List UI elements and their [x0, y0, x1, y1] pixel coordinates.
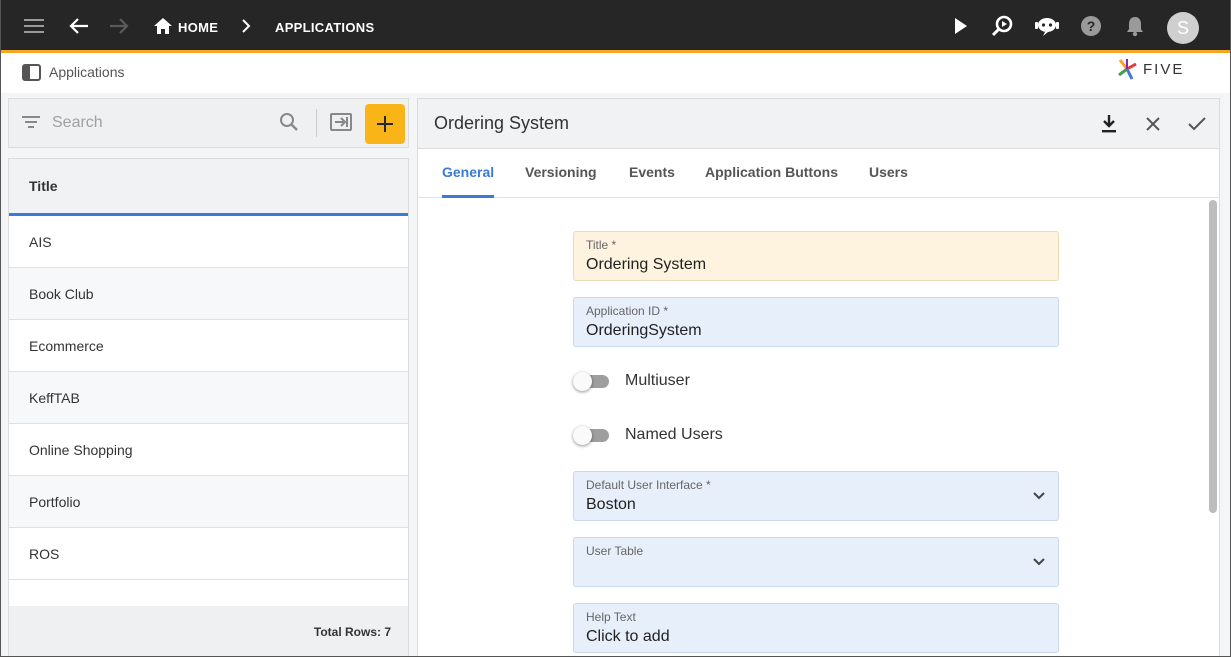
scrollbar[interactable] [1209, 200, 1217, 513]
home-link[interactable]: HOME [178, 0, 218, 53]
tab-general[interactable]: General [442, 149, 495, 198]
sidebar-toggle-icon[interactable] [22, 64, 41, 86]
search-bar [8, 98, 409, 148]
applications-link[interactable]: APPLICATIONS [275, 0, 374, 53]
logo-text: FIVE [1143, 60, 1185, 78]
avatar[interactable]: S [1167, 12, 1199, 44]
breadcrumb: Applications [49, 64, 125, 80]
user-table-select[interactable]: User Table [573, 537, 1059, 587]
default-ui-label: Default User Interface * [586, 478, 711, 492]
tab-users[interactable]: Users [869, 149, 908, 198]
download-icon[interactable] [1097, 112, 1121, 136]
top-app-bar: HOME APPLICATIONS ? S [0, 0, 1231, 53]
page-title: Ordering System [434, 113, 570, 133]
list-item[interactable]: Ecommerce [9, 320, 408, 372]
application-id-label: Application ID * [586, 304, 669, 318]
application-id-field[interactable]: Application ID * OrderingSystem [573, 297, 1059, 347]
list-item[interactable]: ROS [9, 528, 408, 580]
tab-versioning[interactable]: Versioning [525, 149, 597, 198]
applications-list: Title AIS Book Club Ecommerce KeffTAB On… [8, 158, 409, 657]
close-icon[interactable] [1141, 112, 1165, 136]
detail-header: Ordering System [418, 99, 1219, 149]
default-ui-value: Boston [586, 496, 636, 513]
default-user-interface-select[interactable]: Default User Interface * Boston [573, 471, 1059, 521]
detail-panel: Ordering System General Versioning Event… [417, 98, 1220, 657]
add-button[interactable] [365, 104, 405, 144]
chevron-down-icon [1032, 554, 1046, 572]
menu-icon[interactable] [23, 14, 47, 38]
chat-bot-icon[interactable] [1035, 14, 1059, 38]
help-text-label: Help Text [586, 610, 636, 624]
filter-icon[interactable] [21, 114, 41, 135]
sub-header: Applications FIVE [0, 53, 1231, 93]
play-icon[interactable] [948, 14, 972, 38]
list-item[interactable]: AIS [9, 216, 408, 268]
tab-application-buttons[interactable]: Application Buttons [705, 149, 838, 198]
title-field-value: Ordering System [586, 256, 707, 273]
help-icon[interactable]: ? [1079, 14, 1103, 38]
list-item[interactable]: Book Club [9, 268, 408, 320]
application-id-value: OrderingSystem [586, 322, 702, 339]
list-item[interactable]: Portfolio [9, 476, 408, 528]
multiuser-label: Multiuser [625, 372, 690, 389]
column-header-title[interactable]: Title [9, 159, 408, 216]
list-item[interactable]: Online Shopping [9, 424, 408, 476]
help-text-value: Click to add [586, 628, 670, 645]
multiuser-toggle[interactable] [573, 371, 609, 391]
title-field[interactable]: Title * Ordering System [573, 231, 1059, 281]
chevron-down-icon [1032, 488, 1046, 506]
total-rows: Total Rows: 7 [9, 606, 408, 656]
help-text-field[interactable]: Help Text Click to add [573, 603, 1059, 653]
five-logo: FIVE [1115, 56, 1184, 82]
named-users-toggle[interactable] [573, 425, 609, 445]
list-item[interactable]: KeffTAB [9, 372, 408, 424]
plus-icon [377, 116, 393, 132]
forward-arrow-icon[interactable] [107, 14, 131, 38]
tab-bar: General Versioning Events Application Bu… [418, 149, 1219, 198]
search-gear-icon[interactable] [991, 14, 1015, 38]
title-field-label: Title * [586, 238, 617, 252]
svg-text:?: ? [1087, 18, 1096, 34]
search-input[interactable] [52, 111, 272, 135]
user-table-label: User Table [586, 544, 644, 558]
export-icon[interactable] [330, 112, 352, 137]
named-users-label: Named Users [625, 426, 723, 443]
back-arrow-icon[interactable] [67, 14, 91, 38]
tab-events[interactable]: Events [629, 149, 675, 198]
bell-icon[interactable] [1123, 14, 1147, 38]
chevron-right-icon [234, 14, 258, 38]
check-icon[interactable] [1185, 112, 1209, 136]
home-icon[interactable] [151, 14, 175, 38]
divider [316, 109, 317, 137]
search-icon[interactable] [279, 112, 299, 137]
five-logo-mark-icon [1118, 59, 1137, 80]
